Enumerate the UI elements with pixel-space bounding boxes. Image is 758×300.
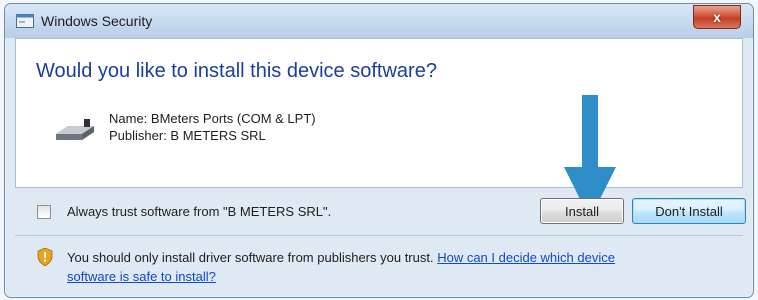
dialog-content: Would you like to install this device so… bbox=[15, 38, 743, 219]
device-driver-icon bbox=[56, 119, 94, 140]
dialog-heading: Would you like to install this device so… bbox=[36, 60, 437, 82]
title-bar[interactable]: Windows Security x bbox=[5, 4, 753, 38]
options-row: Always trust software from "B METERS SRL… bbox=[15, 191, 746, 231]
window-title: Windows Security bbox=[41, 13, 153, 29]
always-trust-checkbox[interactable] bbox=[37, 205, 51, 219]
dont-install-button[interactable]: Don't Install bbox=[632, 198, 746, 224]
close-button[interactable]: x bbox=[693, 5, 741, 29]
device-publisher: Publisher: B METERS SRL bbox=[109, 128, 266, 143]
device-name: Name: BMeters Ports (COM & LPT) bbox=[109, 111, 316, 126]
footer-divider bbox=[15, 235, 743, 236]
security-dialog-window: Windows Security x Would you like to ins… bbox=[4, 3, 754, 298]
close-icon: x bbox=[713, 9, 721, 25]
dialog-footer: You should only install driver software … bbox=[15, 240, 741, 290]
device-info: Name: BMeters Ports (COM & LPT) Publishe… bbox=[109, 110, 316, 144]
footer-message: You should only install driver software … bbox=[67, 248, 667, 286]
footer-warning-text: You should only install driver software … bbox=[67, 250, 438, 265]
always-trust-label[interactable]: Always trust software from "B METERS SRL… bbox=[67, 204, 331, 219]
shield-warning-icon bbox=[37, 248, 53, 266]
window-app-icon bbox=[16, 14, 34, 28]
install-button[interactable]: Install bbox=[540, 198, 624, 224]
